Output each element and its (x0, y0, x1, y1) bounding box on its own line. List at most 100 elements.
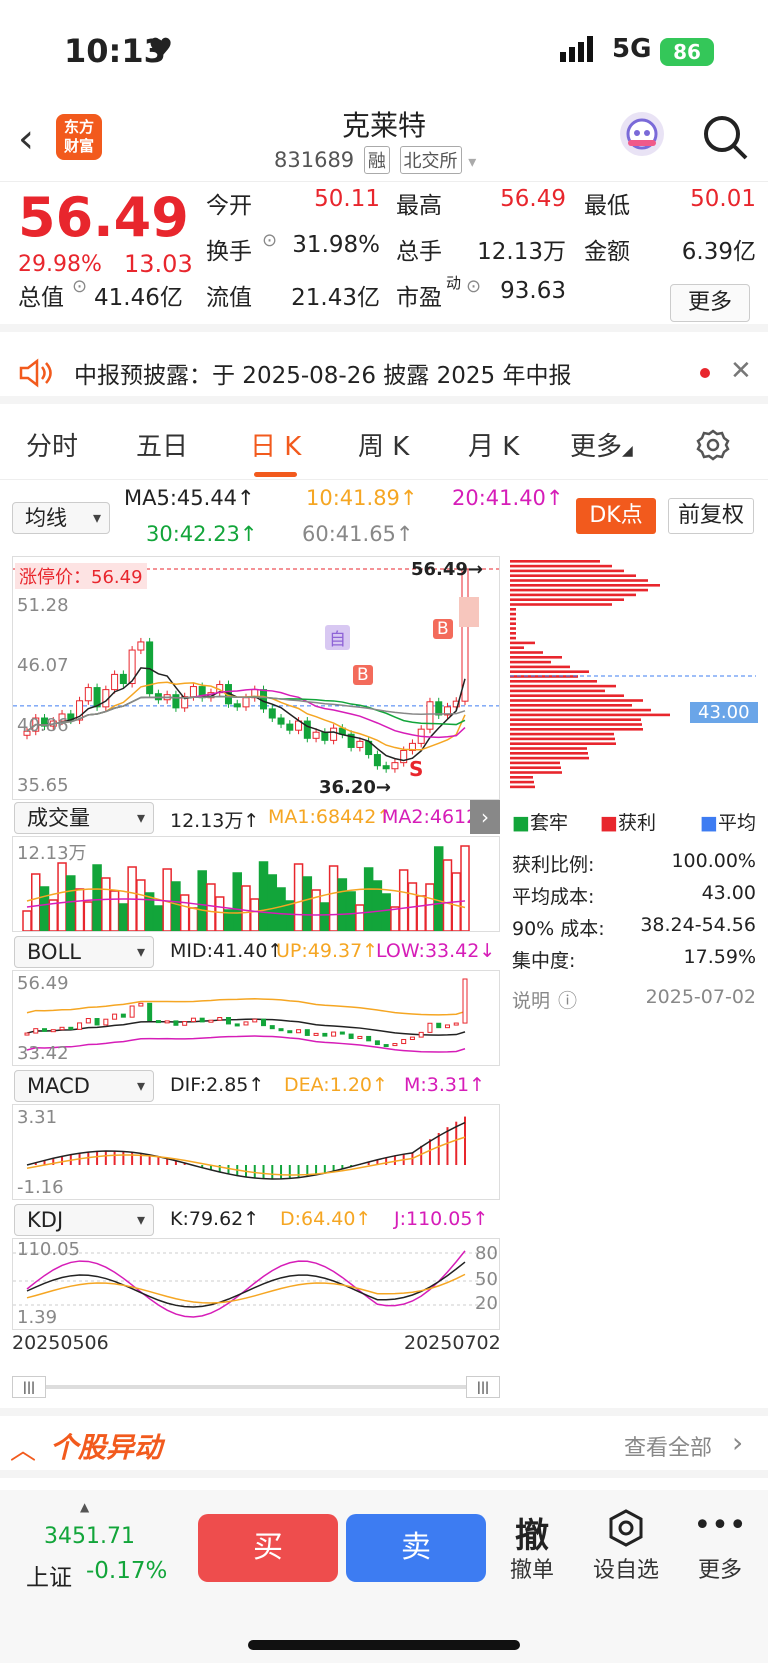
kdj-k: K:79.62↑ (170, 1208, 260, 1230)
expand-handle[interactable] (459, 597, 479, 627)
report-notice[interactable]: 中报预披露：于 2025-08-26 披露 2025 年中报 ✕ (0, 340, 768, 404)
more-button[interactable]: 更多 (670, 284, 750, 322)
search-icon[interactable] (700, 112, 750, 162)
volume-bar (197, 870, 207, 932)
boll-candle (348, 1033, 354, 1039)
chip-distribution[interactable]: 43.00 (510, 556, 758, 800)
kdj-k-line (26, 1261, 466, 1308)
tab-daily-k[interactable]: 日 K (250, 426, 301, 477)
tab-more[interactable]: 更多◢ (570, 426, 633, 463)
boll-candle (103, 1018, 109, 1026)
boll-select[interactable]: BOLL (14, 936, 154, 968)
stat-label: 集中度: (512, 950, 576, 972)
volume-bar (188, 907, 199, 932)
change-percent: 29.98% (18, 252, 102, 277)
self-select-mark[interactable]: 自 (325, 625, 350, 650)
chip-bar (510, 564, 612, 568)
boll-candle (173, 1020, 179, 1026)
signal-icon (560, 36, 593, 62)
index-change: -0.17% (86, 1558, 168, 1584)
tab-monthly-k[interactable]: 月 K (468, 426, 519, 463)
view-all-link[interactable]: 查看全部 (624, 1430, 712, 1462)
macd-chart[interactable]: 3.31 -1.16 (12, 1104, 500, 1200)
chip-bar (510, 785, 535, 789)
volume-bar (241, 885, 251, 932)
buy-button[interactable]: 买 (198, 1514, 338, 1582)
indicator-select[interactable]: 均线 (12, 502, 110, 534)
tab-five-day[interactable]: 五日 (136, 426, 188, 463)
dk-point-button[interactable]: DK点 (576, 498, 656, 534)
hexagon-icon (586, 1508, 666, 1552)
info-icon[interactable]: ⊙ (72, 276, 87, 297)
cancel-order-button[interactable]: 撤 撤单 (492, 1508, 572, 1584)
slider-left-handle[interactable]: ||| (12, 1376, 46, 1398)
add-watchlist-button[interactable]: 设自选 (586, 1508, 666, 1584)
limit-up-label: 涨停价：56.49 (15, 563, 147, 589)
chip-stat-row: 集中度: 17.59% (512, 946, 756, 973)
indicator-select-label: 均线 (25, 506, 67, 530)
adjust-button[interactable]: 前复权 (668, 498, 754, 534)
macd-select[interactable]: MACD (14, 1070, 154, 1102)
chip-bar (510, 670, 589, 673)
pe-label: 市盈 (396, 285, 442, 311)
volume-bar (144, 892, 155, 932)
volume-bar (66, 875, 76, 932)
buy-signal-mark[interactable]: B (433, 619, 453, 639)
chip-stat-row: 获利比例: 100.00% (512, 850, 756, 877)
kdj-select[interactable]: KDJ (14, 1204, 154, 1236)
macd-m: M:3.31↑ (404, 1074, 486, 1096)
tab-intraday[interactable]: 分时 (26, 426, 78, 463)
volume-chart[interactable]: 12.13万 (12, 836, 500, 932)
ma30-value: 30:42.23↑ (146, 522, 258, 546)
sell-signal-mark[interactable]: S (409, 757, 423, 781)
boll-candle (190, 1017, 196, 1023)
volume-bar (206, 883, 216, 932)
settings-icon[interactable] (696, 428, 730, 462)
change-amount: 13.03 (124, 250, 193, 278)
range-slider[interactable]: ||| ||| (12, 1376, 500, 1398)
sell-button[interactable]: 卖 (346, 1514, 486, 1582)
quote-panel: 56.49 29.98% 13.03 今开 50.11 最高 56.49 最低 … (0, 182, 768, 332)
boll-candle (252, 1018, 258, 1023)
volume-select[interactable]: 成交量 (14, 802, 154, 834)
high-value: 56.49 (500, 186, 566, 212)
assistant-avatar-icon[interactable] (620, 112, 664, 156)
boll-chart[interactable]: 56.49 33.42 (12, 970, 500, 1066)
stock-alert-section[interactable]: ︿ 个股异动 查看全部 › (0, 1408, 768, 1478)
more-actions-button[interactable]: ••• 更多 (680, 1508, 760, 1584)
stock-code: 831689 (274, 148, 355, 172)
float-value: 21.43亿 (291, 285, 380, 311)
close-icon[interactable]: ✕ (730, 356, 752, 386)
macd-select-label: MACD (27, 1074, 90, 1098)
low-value: 50.01 (690, 186, 756, 212)
chip-chart (510, 560, 756, 789)
index-name[interactable]: 上证 (26, 1558, 72, 1592)
stat-value: 43.00 (701, 882, 756, 904)
chip-note-row[interactable]: 说明 ⓘ 2025-07-02 (512, 986, 756, 1013)
low-label: 最低 (584, 193, 630, 219)
info-icon[interactable]: ⊙ (262, 230, 277, 251)
slider-right-handle[interactable]: ||| (466, 1376, 500, 1398)
expand-right-icon[interactable]: › (470, 800, 500, 834)
chip-bar (510, 756, 589, 760)
chip-bar (510, 761, 560, 765)
volume-bar (267, 874, 278, 932)
candle (277, 717, 285, 725)
chip-bar (510, 641, 535, 645)
kdj-level-20: 20 (475, 1293, 498, 1314)
chip-bar (510, 747, 587, 750)
home-indicator (248, 1640, 520, 1650)
info-icon[interactable]: ⊙ (466, 276, 481, 297)
volume-bar (293, 863, 304, 932)
tab-weekly-k[interactable]: 周 K (358, 426, 409, 463)
ma5-value: MA5:45.44↑ (124, 486, 255, 510)
stock-code-row[interactable]: 831689 融 北交所 ▾ (274, 146, 476, 174)
candle (312, 731, 320, 739)
kdj-level-50: 50 (475, 1269, 498, 1290)
candle (268, 708, 276, 719)
legend-profit-label: 获利 (617, 812, 656, 834)
buy-signal-mark[interactable]: B (353, 665, 373, 685)
kline-chart[interactable]: 涨停价：56.49 51.28 46.07 40.86 35.65 56.49→… (12, 556, 500, 800)
kdj-chart[interactable]: 110.05 1.39 80 50 20 (12, 1238, 500, 1330)
mktcap-value: 41.46亿 (94, 285, 183, 311)
